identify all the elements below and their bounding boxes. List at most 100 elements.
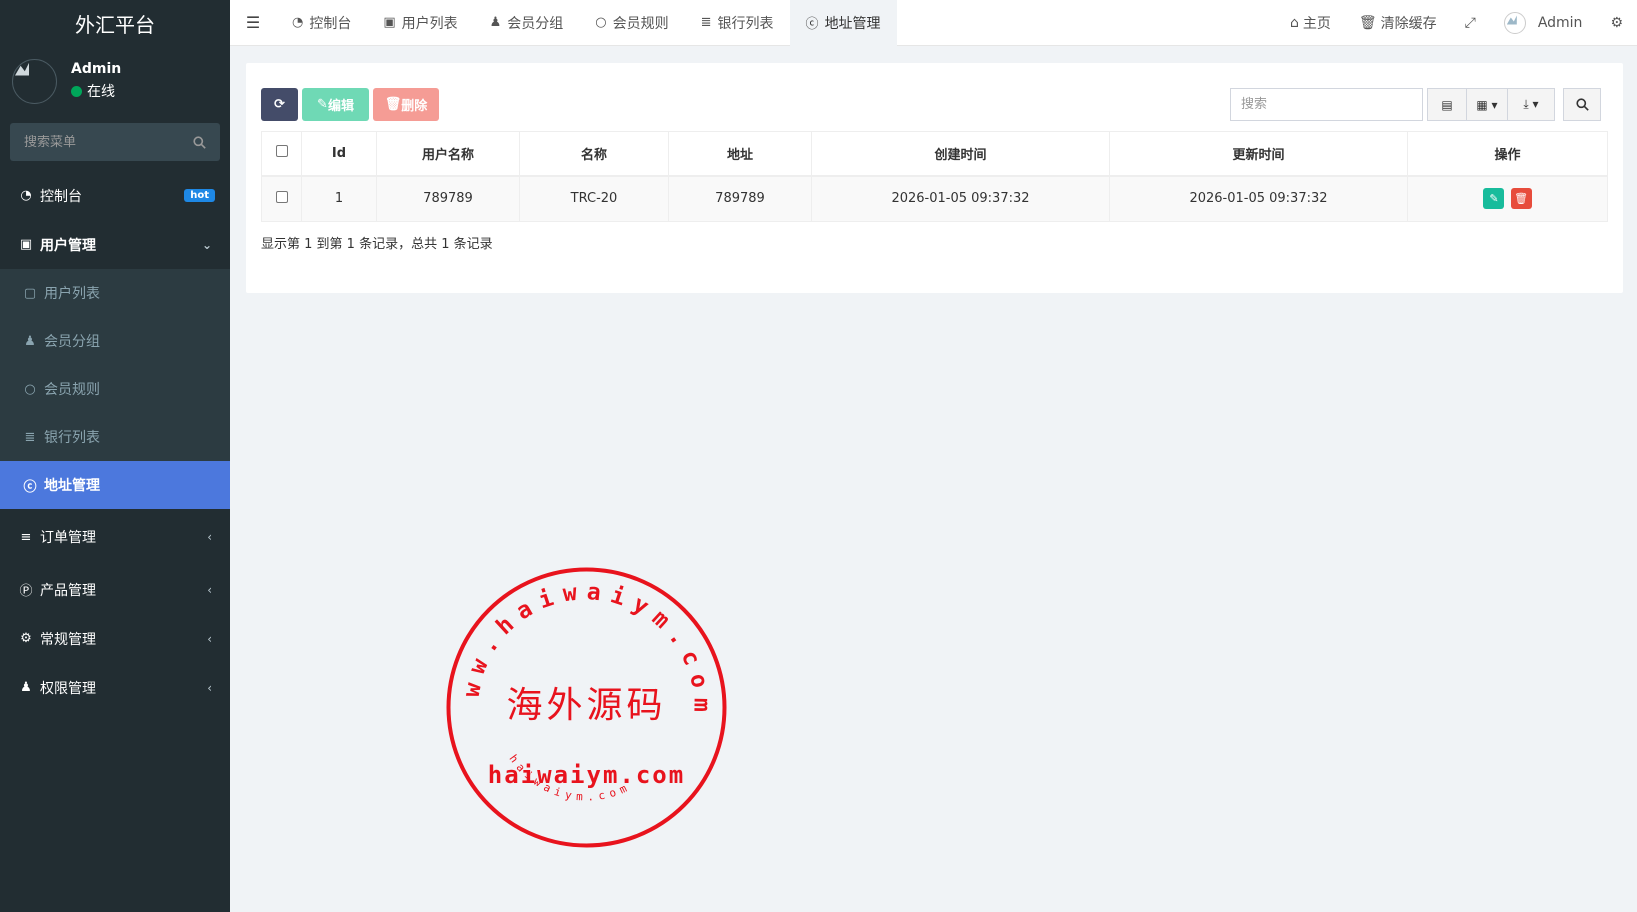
- header-address[interactable]: 地址: [668, 131, 812, 177]
- top-navbar: ☰ ◔ 控制台 ▣ 用户列表 ♟ 会员分组 ○ 会员规则 ≣ 银行列表 ⓒ 地址…: [230, 0, 1637, 46]
- header-username[interactable]: 用户名称: [376, 131, 520, 177]
- top-right-nav: ⌂ 主页 🗑︎ 清除缓存 ⤢ Admin ⚙: [1276, 0, 1637, 46]
- list-view-icon: ▤: [1441, 97, 1453, 112]
- user-status: 在线: [71, 81, 121, 101]
- content-panel: ⟳ ✎ 编辑 🗑︎ 删除 ▤ ▦ ▾ ⤓ ▾ Id 用户名称: [246, 63, 1623, 293]
- sidebar-item-label: 会员规则: [44, 382, 100, 398]
- row-select-cell: [261, 175, 302, 222]
- table-row[interactable]: 1 789789 TRC-20 789789 2026-01-05 09:37:…: [261, 175, 1608, 222]
- sidebar-item-member-rules[interactable]: ○ 会员规则: [0, 365, 230, 413]
- sidebar-item-member-group[interactable]: ♟ 会员分组: [0, 317, 230, 365]
- sidebar-item-product-management[interactable]: Ⓟ 产品管理 ‹: [0, 565, 230, 614]
- sidebar-item-label: 控制台: [40, 188, 82, 205]
- database-icon: ≣: [700, 15, 712, 30]
- trash-icon: 🗑︎: [384, 97, 402, 112]
- brand-logo[interactable]: 外汇平台: [0, 0, 230, 46]
- export-button[interactable]: ⤓ ▾: [1507, 88, 1555, 121]
- watermark-stamp: www.haiwaiym.com 海外源码 haiwaiym.com haiwa…: [444, 565, 727, 848]
- chevron-down-icon: ⌄: [201, 237, 212, 252]
- user-name: Admin: [71, 61, 122, 77]
- sidebar-search: [10, 123, 220, 161]
- row-edit-button[interactable]: ✎: [1483, 188, 1505, 210]
- sidebar-item-label: 地址管理: [44, 478, 100, 494]
- sidebar-item-general-management[interactable]: ⚙ 常规管理 ‹: [0, 614, 230, 663]
- sidebar-menu: ◔ 控制台 hot ▣ 用户管理 ⌄ ▢ 用户列表 ♟ 会员分组 ○ 会员规则 …: [0, 171, 230, 712]
- sidebar-item-label: 用户管理: [40, 237, 96, 254]
- columns-button[interactable]: ▦ ▾: [1466, 88, 1508, 121]
- fullscreen-button[interactable]: ⤢: [1451, 15, 1490, 31]
- tab-bank-list[interactable]: ≣ 银行列表: [685, 0, 790, 46]
- user-menu[interactable]: Admin: [1490, 11, 1597, 34]
- sidebar-item-label: 会员分组: [44, 334, 100, 350]
- cell-created-time: 2026-01-05 09:37:32: [811, 175, 1110, 222]
- tab-dashboard[interactable]: ◔ 控制台: [276, 0, 367, 46]
- cell-username: 789789: [376, 175, 520, 222]
- tab-label: 银行列表: [717, 15, 774, 32]
- sidebar: 外汇平台 Admin 在线 ◔ 控制台 hot ▣ 用户管理 ⌄ ▢ 用户列: [0, 0, 230, 912]
- settings-button[interactable]: ⚙: [1596, 15, 1637, 31]
- advanced-search-button[interactable]: [1563, 88, 1601, 121]
- avatar: [12, 58, 57, 104]
- tab-label: 会员规则: [612, 15, 669, 32]
- tab-user-list[interactable]: ▣ 用户列表: [367, 0, 473, 46]
- list-icon: ≡: [20, 529, 32, 545]
- group-icon: ♟: [20, 680, 32, 695]
- cell-updated-time: 2026-01-05 09:37:32: [1109, 175, 1408, 222]
- tab-member-rules[interactable]: ○ 会员规则: [579, 0, 684, 46]
- user-panel: Admin 在线: [0, 46, 230, 116]
- tab-label: 控制台: [309, 15, 352, 32]
- row-delete-button[interactable]: 🗑︎: [1510, 188, 1532, 210]
- select-all-cell: [261, 131, 302, 177]
- edit-label: 编辑: [327, 99, 354, 114]
- sidebar-item-label: 银行列表: [44, 430, 100, 446]
- sidebar-item-order-management[interactable]: ≡ 订单管理 ‹: [0, 509, 230, 565]
- table-search-input[interactable]: [1230, 88, 1423, 121]
- user-card-icon: ▣: [19, 237, 33, 252]
- sidebar-item-user-management[interactable]: ▣ 用户管理 ⌄: [0, 220, 230, 269]
- pagination-info: 显示第 1 到第 1 条记录，总共 1 条记录: [261, 237, 493, 252]
- menu-toggle-icon[interactable]: ☰: [230, 13, 276, 32]
- header-id[interactable]: Id: [301, 131, 377, 177]
- sidebar-item-user-list[interactable]: ▢ 用户列表: [0, 269, 230, 317]
- users-icon: ♟: [24, 333, 36, 349]
- sidebar-item-dashboard[interactable]: ◔ 控制台 hot: [0, 171, 230, 220]
- refresh-icon: ⟳: [274, 97, 285, 112]
- sidebar-item-bank-list[interactable]: ≣ 银行列表: [0, 413, 230, 461]
- user-card-icon: ▢: [23, 285, 37, 301]
- tab-address-management[interactable]: ⓒ 地址管理: [789, 0, 897, 46]
- clear-cache-button[interactable]: 🗑︎ 清除缓存: [1345, 13, 1451, 33]
- toggle-view-button[interactable]: ▤: [1427, 88, 1467, 121]
- tab-label: 地址管理: [824, 15, 881, 32]
- sidebar-item-label: 产品管理: [40, 582, 96, 599]
- search-icon[interactable]: [193, 135, 206, 149]
- chevron-left-icon: ‹: [207, 582, 212, 597]
- table-toolbar: ⟳ ✎ 编辑 🗑︎ 删除: [261, 88, 439, 121]
- edit-button[interactable]: ✎ 编辑: [302, 88, 369, 121]
- dashboard-icon: ◔: [20, 188, 32, 203]
- header-created-time[interactable]: 创建时间: [811, 131, 1110, 177]
- tab-member-group[interactable]: ♟ 会员分组: [474, 0, 580, 46]
- cell-id: 1: [301, 175, 377, 222]
- sidebar-item-address-management[interactable]: ⓒ 地址管理: [0, 461, 230, 509]
- refresh-button[interactable]: ⟳: [261, 88, 298, 121]
- select-all-checkbox[interactable]: [275, 145, 288, 158]
- sidebar-item-permission-management[interactable]: ♟ 权限管理 ‹: [0, 663, 230, 712]
- database-icon: ≣: [24, 429, 36, 445]
- header-name[interactable]: 名称: [519, 131, 669, 177]
- home-link[interactable]: ⌂ 主页: [1276, 13, 1345, 33]
- cell-name: TRC-20: [519, 175, 669, 222]
- row-checkbox[interactable]: [275, 190, 288, 203]
- columns-icon: ▦ ▾: [1476, 97, 1498, 112]
- circle-icon: ○: [24, 381, 36, 397]
- user-menu-label: Admin: [1537, 14, 1583, 31]
- cogs-icon: ⚙: [20, 631, 32, 646]
- delete-button[interactable]: 🗑︎ 删除: [373, 88, 439, 121]
- cogs-icon: ⚙: [1610, 14, 1623, 31]
- chevron-left-icon: ‹: [207, 680, 212, 695]
- header-updated-time[interactable]: 更新时间: [1109, 131, 1408, 177]
- user-status-label: 在线: [87, 84, 115, 100]
- data-table: Id 用户名称 名称 地址 创建时间 更新时间 操作 1 789789 TRC-…: [261, 131, 1608, 222]
- pencil-icon: ✎: [317, 97, 328, 112]
- user-card-icon: ▣: [383, 15, 396, 30]
- sidebar-search-input[interactable]: [24, 134, 174, 150]
